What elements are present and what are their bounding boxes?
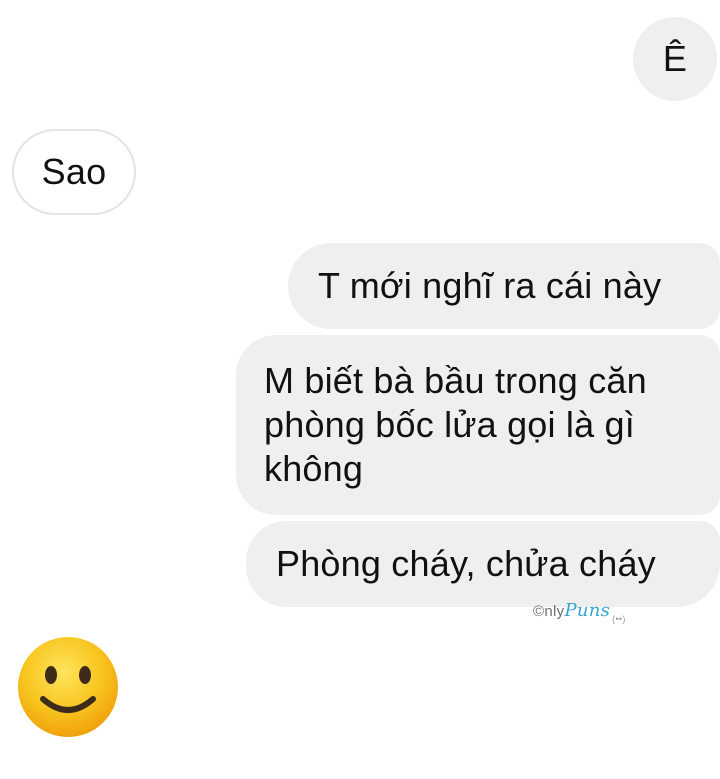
watermark: ©nlyPuns (••) [533,600,626,624]
message-bubble-incoming[interactable]: Sao [12,129,136,215]
message-text-line: không [264,448,364,489]
message-text: Phòng cháy, chửa cháy [276,543,656,584]
message-bubble-outgoing[interactable]: T mới nghĩ ra cái này [288,243,720,329]
message-text: Ê [662,38,688,79]
message-text: T mới nghĩ ra cái này [318,265,662,306]
slightly-smiling-face-emoji[interactable] [16,635,120,739]
message-text: Sao [41,151,107,192]
message-bubble-outgoing[interactable]: Phòng cháy, chửa cháy [246,521,720,607]
watermark-mark: (••) [612,614,626,624]
message-text-line: phòng bốc lửa gọi là gì [264,404,635,445]
emoji-left-eye [45,666,57,684]
emoji-face [18,637,118,737]
watermark-prefix: ©nly [533,603,565,620]
message-bubble-outgoing[interactable]: Ê [633,17,717,101]
watermark-brand: Puns [564,600,611,621]
emoji-right-eye [79,666,91,684]
message-text-line: M biết bà bầu trong căn [264,360,647,401]
message-bubble-outgoing[interactable]: M biết bà bầu trong căn phòng bốc lửa gọ… [236,335,720,515]
